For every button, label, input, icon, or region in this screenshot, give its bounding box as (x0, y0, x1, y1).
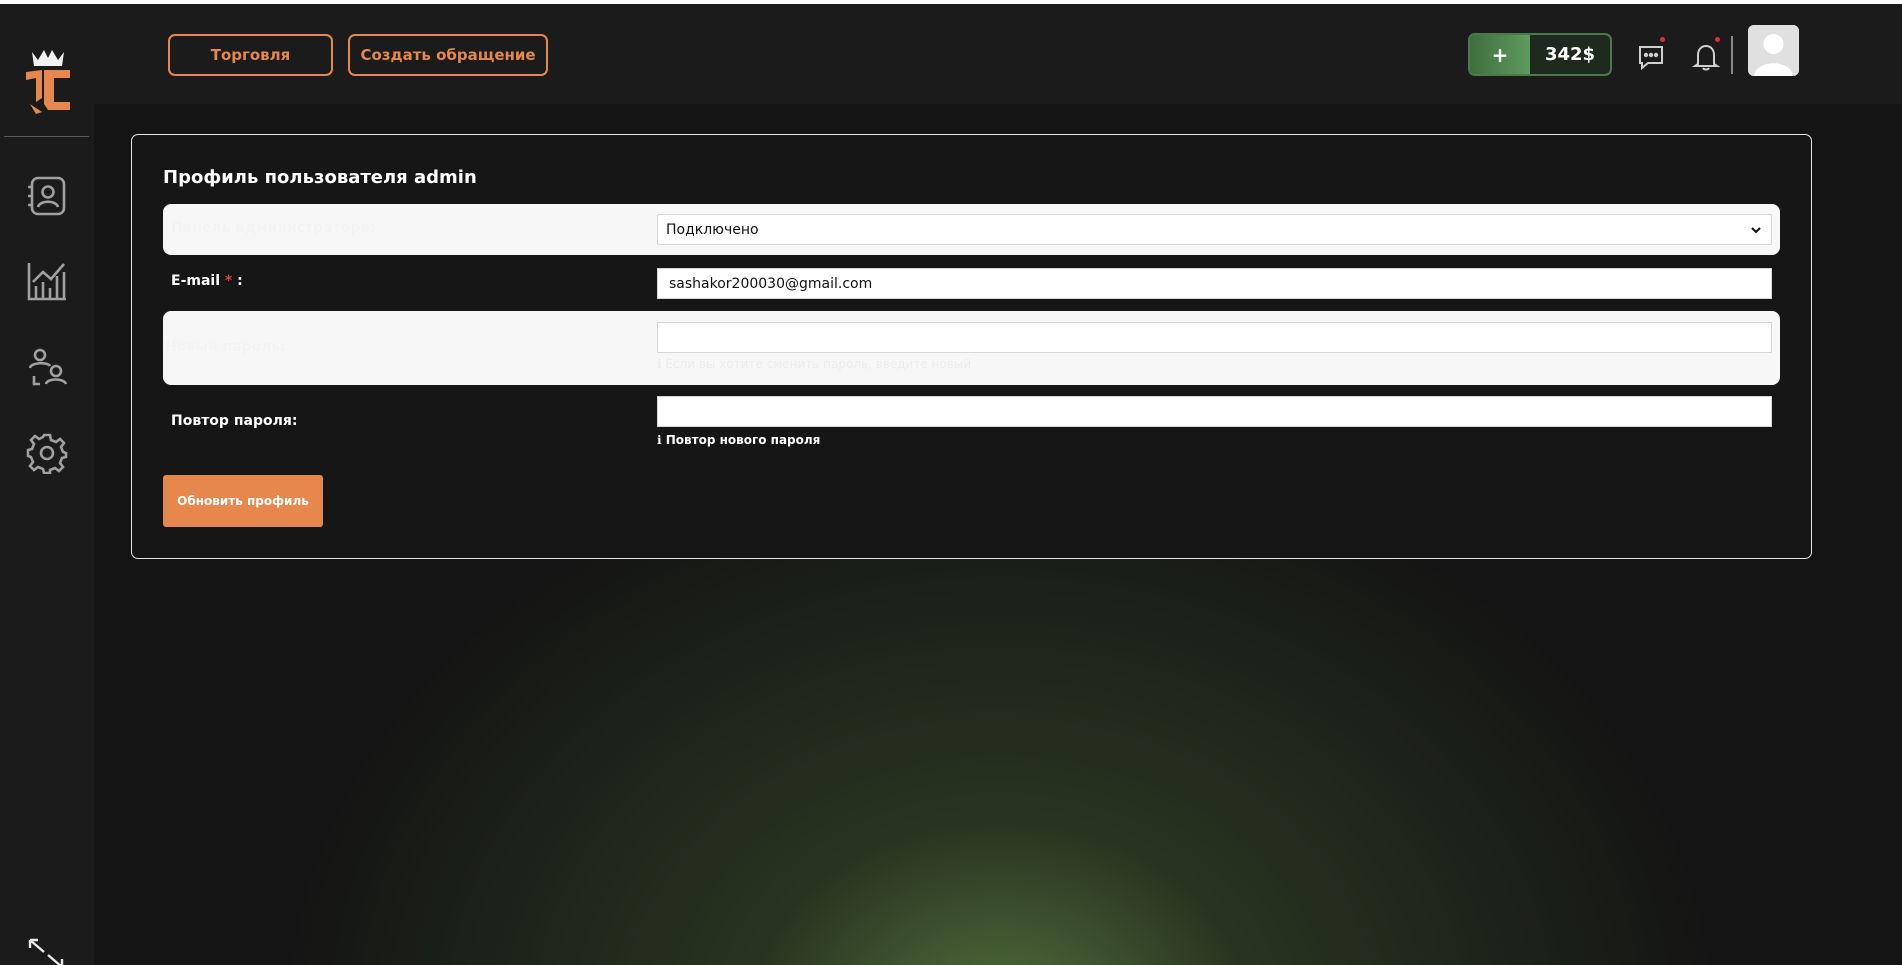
logo[interactable] (22, 46, 74, 118)
create-request-button[interactable]: Создать обращение (348, 34, 548, 76)
admin-panel-row: Панель администратора: Подключено (163, 204, 1780, 255)
balance-value: 342$ (1544, 44, 1596, 65)
bell-notification-dot (1715, 37, 1720, 42)
email-label: E-mail * : (171, 273, 243, 289)
chart-icon (27, 263, 66, 301)
admin-panel-label: Панель администратора: (171, 220, 376, 236)
chat-notification-dot (1660, 37, 1665, 42)
update-profile-button[interactable]: Обновить профиль (163, 475, 323, 527)
admin-panel-selected-value: Подключено (666, 221, 759, 238)
page-title: Профиль пользователя admin (163, 167, 477, 188)
new-password-row: Новый пароль: ℹ Если вы хотите сменить п… (163, 311, 1780, 385)
email-label-text: E-mail (171, 273, 221, 289)
new-password-label: Новый пароль: (165, 339, 287, 355)
email-label-colon: : (237, 273, 243, 289)
required-mark: * (224, 273, 233, 289)
sidebar-item-contacts[interactable] (26, 175, 68, 217)
expand-button[interactable] (28, 938, 64, 965)
notifications-button[interactable] (1691, 37, 1721, 72)
new-password-hint-text: Если вы хотите сменить пароль, введите н… (665, 357, 972, 371)
repeat-password-row: Повтор пароля: ℹ Повтор нового пароля (163, 385, 1780, 465)
expand-icon (28, 938, 64, 965)
admin-panel-select[interactable]: Подключено (657, 214, 1772, 245)
repeat-password-label: Повтор пароля: (171, 413, 298, 429)
sidebar-item-settings[interactable] (26, 432, 68, 475)
email-field[interactable]: sashakor200030@gmail.com (657, 268, 1772, 299)
avatar[interactable] (1748, 25, 1799, 76)
user-icon (1748, 25, 1799, 76)
repeat-password-field[interactable] (657, 396, 1772, 427)
chevron-down-icon (1751, 226, 1761, 233)
sidebar (0, 4, 94, 965)
profile-card: Профиль пользователя admin Панель админи… (131, 134, 1812, 559)
repeat-password-hint-text: Повтор нового пароля (665, 433, 821, 447)
chat-icon (1639, 46, 1663, 71)
balance-widget: + 342$ (1468, 33, 1612, 76)
top-header: Торговля Создать обращение + 342$ (94, 4, 1902, 104)
new-password-hint: ℹ Если вы хотите сменить пароль, введите… (657, 357, 972, 371)
logo-icon (26, 50, 70, 114)
gear-icon (26, 433, 68, 475)
bell-icon (1691, 44, 1721, 71)
sidebar-item-analytics[interactable] (26, 260, 68, 302)
email-row: E-mail * : sashakor200030@gmail.com (163, 255, 1780, 311)
contacts-icon (28, 176, 66, 216)
users-icon (28, 348, 68, 386)
repeat-password-hint: ℹ Повтор нового пароля (657, 433, 821, 447)
sidebar-divider (4, 136, 89, 137)
header-separator (1731, 36, 1733, 74)
new-password-field[interactable] (657, 322, 1772, 353)
add-funds-button[interactable]: + (1470, 35, 1530, 74)
chat-button[interactable] (1636, 37, 1666, 72)
trade-button[interactable]: Торговля (168, 34, 333, 76)
sidebar-item-users[interactable] (26, 346, 68, 388)
